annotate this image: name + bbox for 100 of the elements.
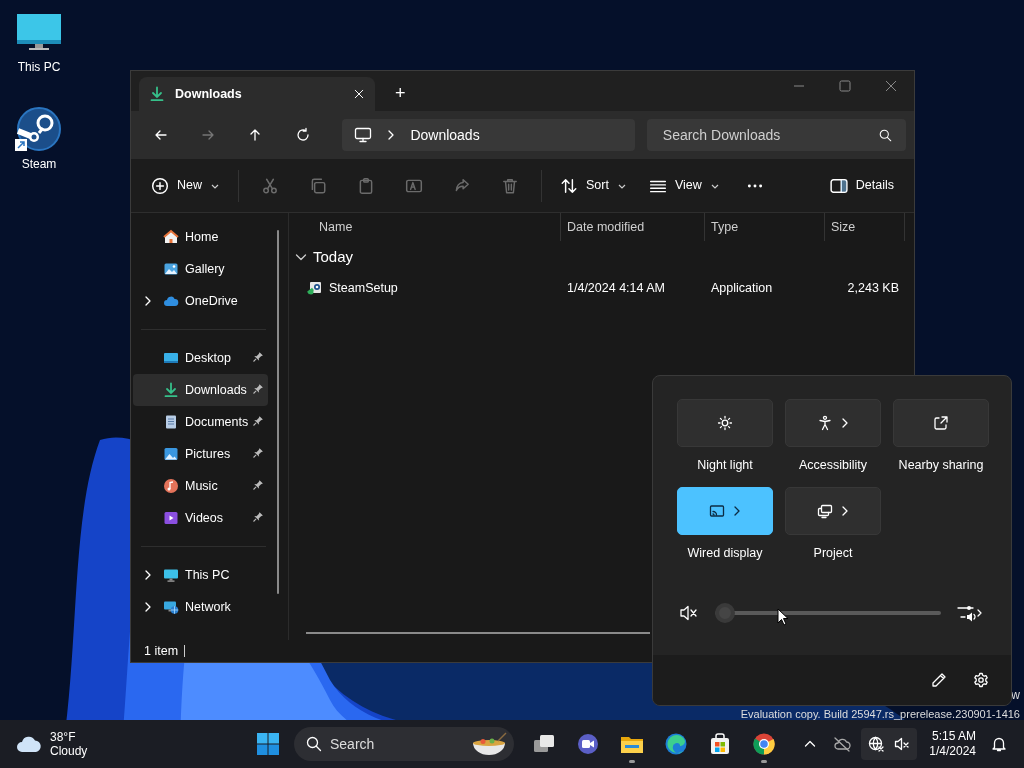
breadcrumb-item[interactable]: Downloads xyxy=(410,124,480,146)
chevron-icon[interactable] xyxy=(143,602,153,612)
music-icon xyxy=(163,478,179,494)
accessibility-icon xyxy=(817,415,833,431)
slider-thumb[interactable] xyxy=(715,602,735,623)
search-icon[interactable] xyxy=(879,128,892,142)
text-cursor xyxy=(184,645,186,657)
menu-button[interactable]: New xyxy=(141,167,230,204)
table-cell-text: Application xyxy=(710,279,774,297)
chevron-icon xyxy=(295,251,307,263)
chevron-icon[interactable] xyxy=(143,570,153,580)
toggle-tile[interactable] xyxy=(785,486,881,535)
pin-icon xyxy=(252,383,264,395)
running-indicator xyxy=(629,760,635,763)
column-header[interactable]: Type xyxy=(705,213,825,241)
toggle-tile[interactable] xyxy=(677,399,773,447)
share-icon xyxy=(933,415,949,431)
sidebar-item[interactable]: Music xyxy=(133,470,268,502)
sidebar-item[interactable]: Gallery xyxy=(133,253,268,285)
sidebar-item[interactable]: Desktop xyxy=(133,342,268,374)
toggle-tile[interactable] xyxy=(893,399,989,447)
monitor-icon xyxy=(163,567,179,583)
date-text[interactable]: 1/4/2024 xyxy=(929,744,976,759)
address-bar[interactable]: Downloads xyxy=(342,119,635,151)
volume-slider[interactable] xyxy=(715,602,941,623)
sidebar-item[interactable]: Downloads xyxy=(133,374,268,406)
refresh-icon[interactable] xyxy=(294,127,311,143)
sidebar-item[interactable]: This PC xyxy=(133,559,268,591)
watermark-text: Evaluation copy. Build 25947.rs_prerelease.230901-1416 xyxy=(740,708,1020,720)
bowl-icon xyxy=(470,732,508,756)
cloud-icon[interactable] xyxy=(16,734,42,754)
search-placeholder: Search xyxy=(330,734,376,754)
column-header[interactable]: Name xyxy=(289,213,561,241)
icon-label[interactable]: Steam xyxy=(21,155,57,173)
pin-icon xyxy=(252,415,264,427)
menu-button[interactable]: View xyxy=(638,167,730,204)
table-cell-text: 2,243 KB xyxy=(846,279,900,297)
column-header[interactable]: Date modified xyxy=(561,213,705,241)
chevron-icon[interactable] xyxy=(841,504,849,517)
window-tab[interactable]: Downloads xyxy=(139,77,375,111)
steam-logo-icon[interactable] xyxy=(15,107,63,153)
pin-icon xyxy=(252,511,264,523)
download-icon xyxy=(149,86,165,102)
toggle-tile[interactable] xyxy=(677,486,773,535)
column-header[interactable]: Size xyxy=(825,213,905,241)
menu-button[interactable]: Sort xyxy=(550,167,637,204)
browser-icon xyxy=(752,732,776,756)
cursor-icon xyxy=(777,608,789,626)
sidebar-item[interactable]: Home xyxy=(133,221,268,253)
video-chat-icon xyxy=(576,732,600,756)
weather-text: Cloudy xyxy=(50,744,88,759)
tile-label: Accessibility xyxy=(798,457,868,474)
chevron-icon[interactable] xyxy=(733,504,741,517)
globe-icon[interactable] xyxy=(868,736,885,752)
pin-icon xyxy=(252,447,264,459)
running-indicator xyxy=(761,760,767,763)
status-text: 1 item xyxy=(144,642,179,660)
maximize-icon[interactable] xyxy=(839,80,851,92)
toggle-tile[interactable] xyxy=(785,399,881,447)
tile-label: Project xyxy=(813,544,853,562)
speaker-muted-icon[interactable] xyxy=(679,603,699,622)
audio-mixer-icon xyxy=(957,603,983,622)
toolbar-button[interactable]: Details xyxy=(819,167,904,204)
sun-icon xyxy=(717,415,733,431)
scrollbar[interactable] xyxy=(306,632,650,634)
scrollbar[interactable] xyxy=(277,230,279,594)
tray-button[interactable] xyxy=(861,728,918,760)
time-text[interactable]: 5:15 AM xyxy=(931,729,976,744)
temperature-text: 38°F xyxy=(50,729,77,744)
gallery-icon xyxy=(163,261,179,277)
start-icon[interactable] xyxy=(256,732,280,756)
speaker-muted-icon[interactable] xyxy=(894,736,911,752)
pencil-icon[interactable] xyxy=(931,672,947,688)
sidebar-item[interactable]: Pictures xyxy=(133,438,268,470)
cast-icon xyxy=(709,502,725,519)
new-tab-button[interactable]: + xyxy=(387,80,414,107)
cloud-off-icon[interactable] xyxy=(833,736,852,752)
settings-icon[interactable] xyxy=(973,672,989,688)
home-icon xyxy=(163,229,179,245)
sidebar-item[interactable]: Videos xyxy=(133,502,268,534)
table-cell-text: 1/4/2024 4:14 AM xyxy=(566,279,666,297)
icon-label[interactable]: This PC xyxy=(17,58,61,76)
tile-label: Nearby sharing xyxy=(898,457,984,474)
search-field[interactable]: Search xyxy=(294,727,514,761)
tile-label: Night light xyxy=(697,457,753,474)
chevron-up-icon[interactable] xyxy=(804,738,817,750)
chevron-icon[interactable] xyxy=(143,296,153,306)
file-name[interactable]: SteamSetup xyxy=(329,278,398,298)
monitor-icon xyxy=(354,127,373,143)
sidebar-item[interactable]: OneDrive xyxy=(133,285,268,317)
watermark-text: w xyxy=(1011,687,1020,704)
bell-icon[interactable] xyxy=(991,736,1007,752)
installer-icon xyxy=(307,280,323,296)
store-icon xyxy=(708,732,732,756)
group-header[interactable]: Today xyxy=(289,241,360,273)
sidebar-item[interactable]: Documents xyxy=(133,406,268,438)
search-field[interactable]: Search Downloads xyxy=(646,119,906,151)
chevron-icon[interactable] xyxy=(841,417,849,429)
sidebar-item[interactable]: Network xyxy=(133,591,268,623)
details-pane-icon xyxy=(829,176,848,195)
